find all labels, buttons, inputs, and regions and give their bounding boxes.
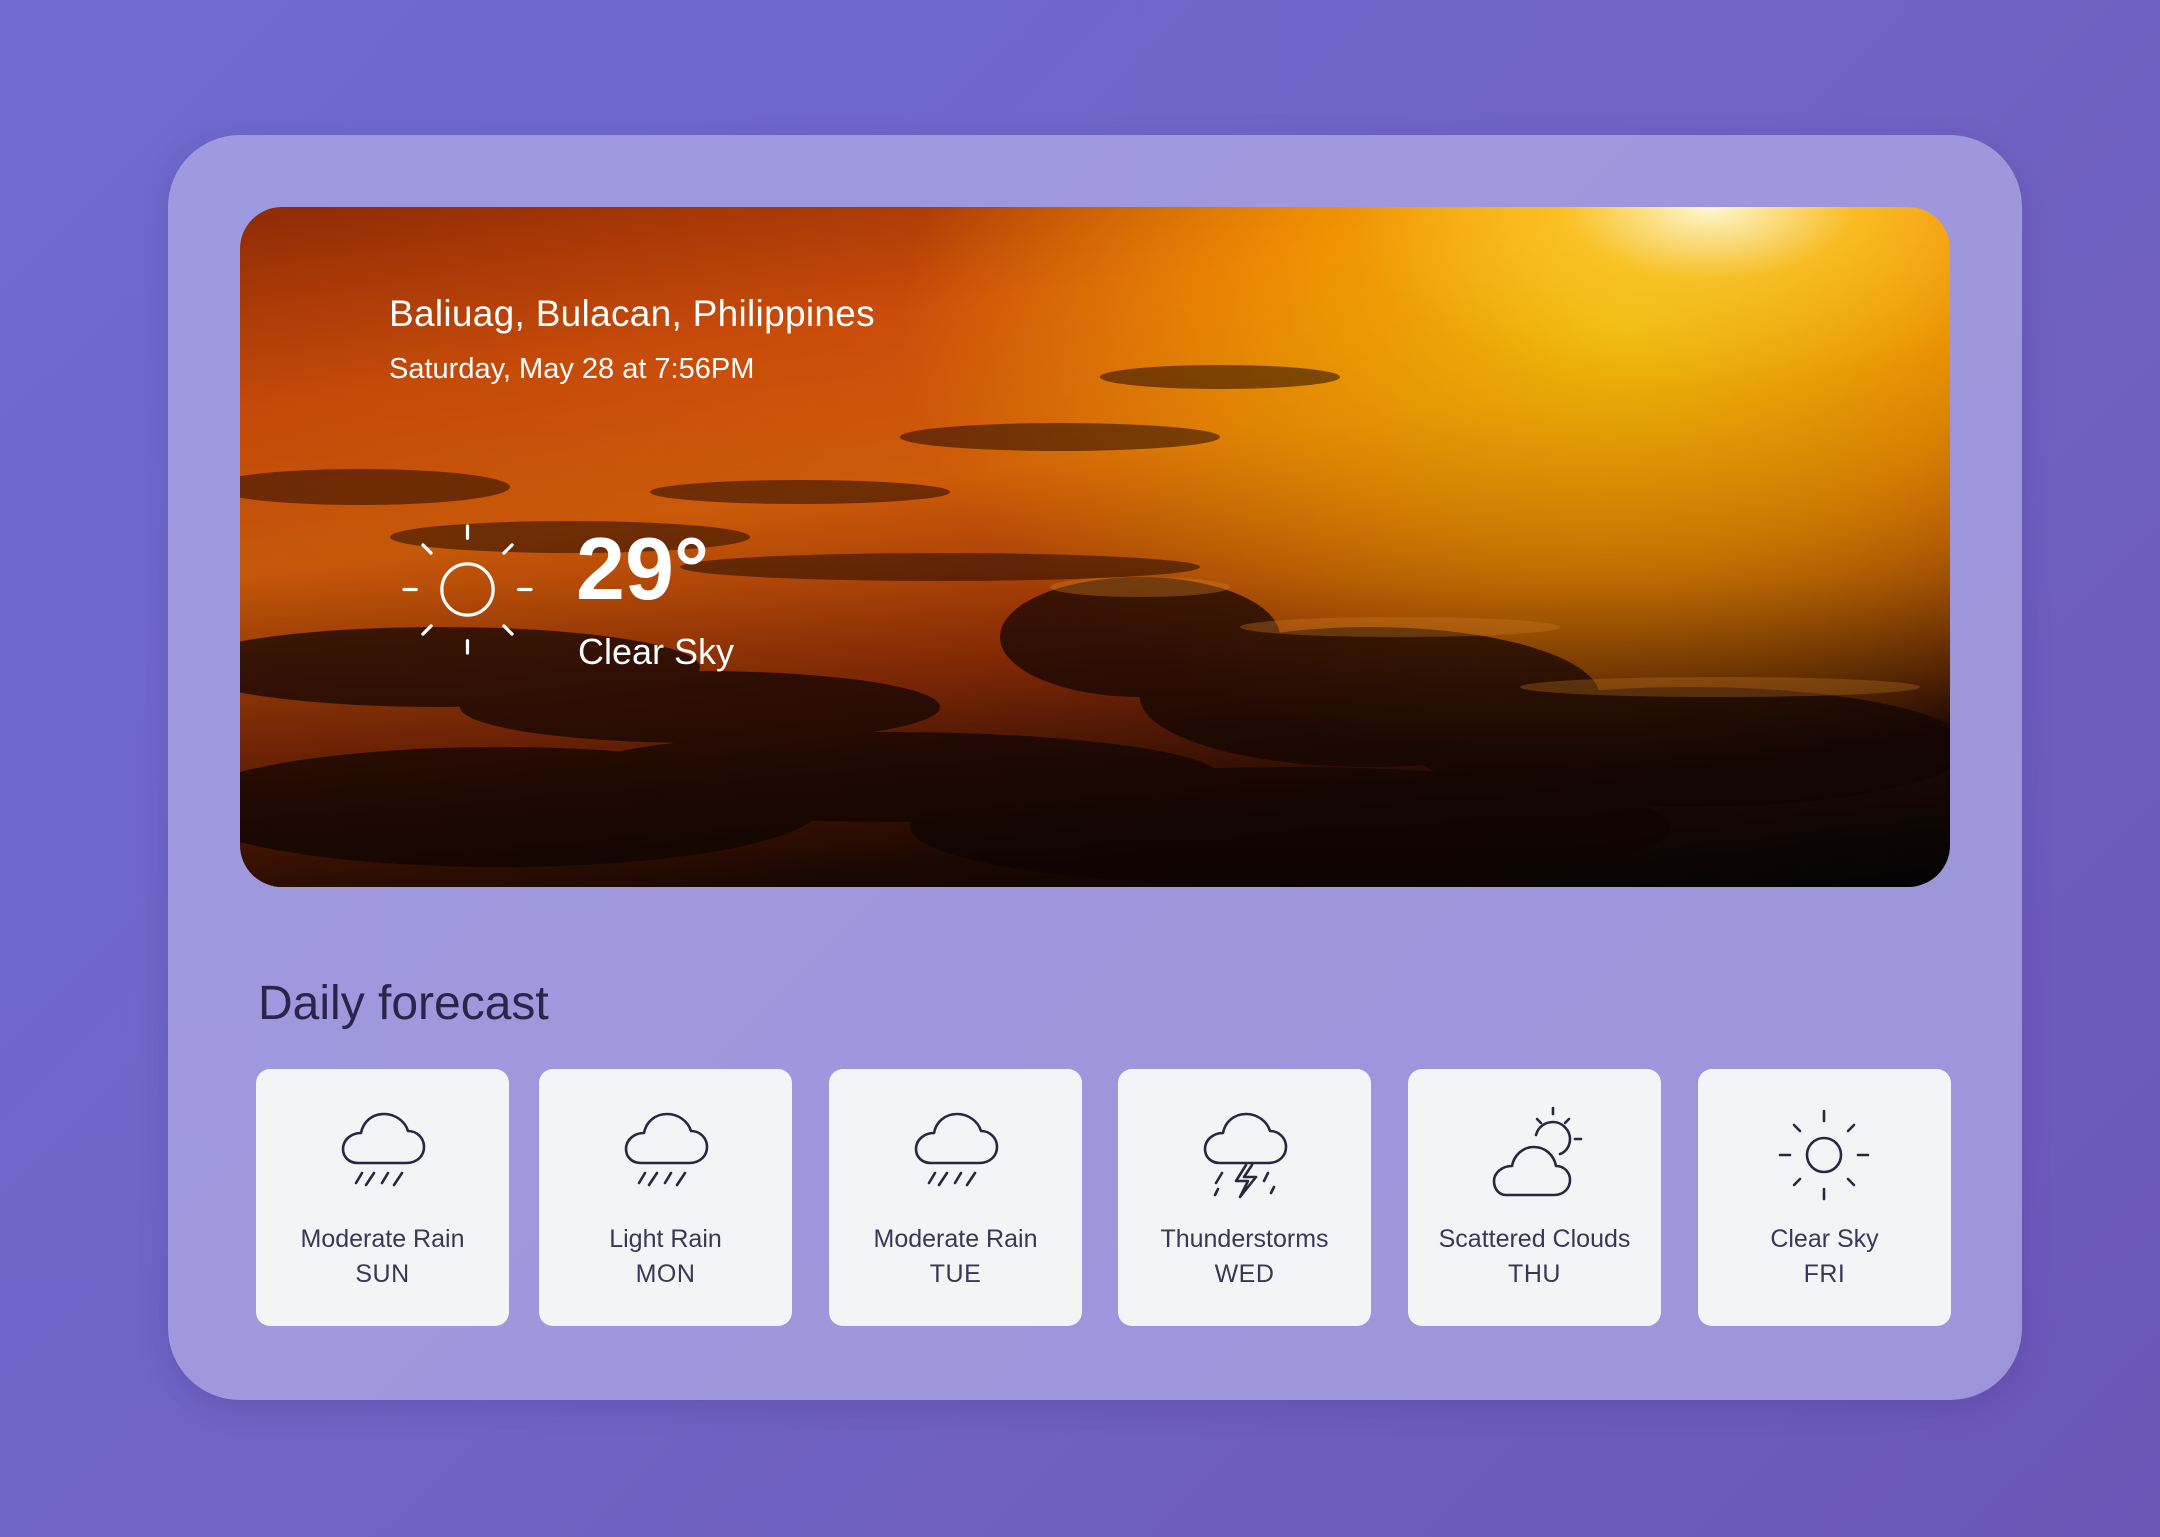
- forecast-card-tue[interactable]: Moderate Rain TUE: [829, 1069, 1082, 1326]
- forecast-card-wed[interactable]: Thunderstorms WED: [1118, 1069, 1371, 1326]
- rain-cloud-icon: [914, 1112, 999, 1187]
- location-label: Baliuag, Bulacan, Philippines: [389, 293, 875, 334]
- weather-widget: Baliuag, Bulacan, Philippines Saturday, …: [168, 135, 2022, 1400]
- forecast-list: Moderate Rain SUN Light Rain MON Moderat…: [256, 1069, 1956, 1333]
- forecast-day: FRI: [1803, 1260, 1846, 1288]
- forecast-day: WED: [1214, 1260, 1275, 1288]
- current-weather-panel: Baliuag, Bulacan, Philippines Saturday, …: [240, 207, 1950, 887]
- forecast-card-mon[interactable]: Light Rain MON: [539, 1069, 792, 1326]
- forecast-day: MON: [635, 1260, 696, 1288]
- forecast-condition: Clear Sky: [1770, 1225, 1879, 1253]
- partly-cloudy-icon: [1492, 1106, 1583, 1197]
- forecast-condition: Light Rain: [609, 1225, 722, 1253]
- current-temperature: 29°: [576, 519, 710, 618]
- rain-cloud-icon: [341, 1112, 426, 1187]
- forecast-condition: Thunderstorms: [1160, 1225, 1329, 1253]
- sun-icon: [1778, 1109, 1870, 1201]
- forecast-condition: Scattered Clouds: [1438, 1225, 1631, 1253]
- forecast-title: Daily forecast: [258, 977, 549, 1030]
- current-condition: Clear Sky: [578, 631, 735, 672]
- sun-icon: [402, 524, 533, 655]
- forecast-card-sun[interactable]: Moderate Rain SUN: [256, 1069, 509, 1326]
- forecast-card-fri[interactable]: Clear Sky FRI: [1698, 1069, 1951, 1326]
- forecast-card-thu[interactable]: Scattered Clouds THU: [1408, 1069, 1661, 1326]
- rain-cloud-icon: [624, 1112, 709, 1187]
- forecast-condition: Moderate Rain: [300, 1225, 465, 1253]
- thunderstorm-icon: [1203, 1112, 1288, 1199]
- forecast-day: SUN: [355, 1260, 410, 1288]
- forecast-condition: Moderate Rain: [873, 1225, 1038, 1253]
- forecast-day: TUE: [929, 1260, 982, 1288]
- forecast-day: THU: [1508, 1260, 1561, 1288]
- date-time-label: Saturday, May 28 at 7:56PM: [389, 353, 755, 385]
